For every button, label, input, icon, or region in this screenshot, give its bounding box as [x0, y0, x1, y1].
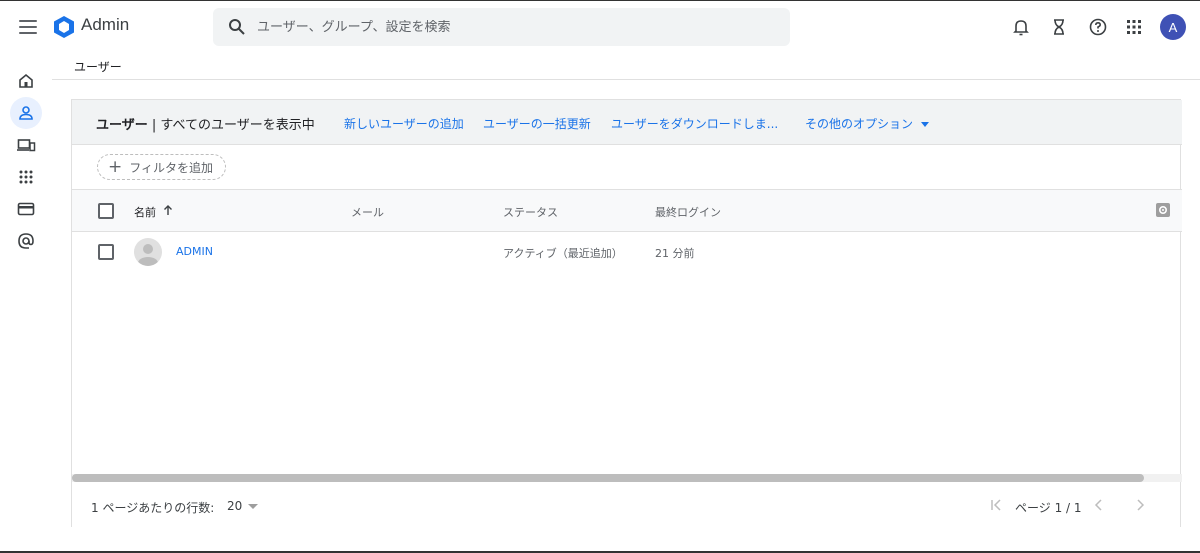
table-footer: 1 ページあたりの行数: 20 ページ 1 / 1: [72, 482, 1182, 528]
row-checkbox[interactable]: [98, 244, 114, 260]
page-indicator: ページ 1 / 1: [1015, 501, 1082, 515]
sort-ascending-icon[interactable]: [162, 204, 174, 216]
devices-icon[interactable]: [16, 135, 36, 155]
column-header-status[interactable]: ステータス: [503, 204, 558, 220]
hourglass-icon[interactable]: [1049, 17, 1069, 37]
at-sign-icon[interactable]: [16, 231, 36, 251]
column-header-last-login[interactable]: 最終ログイン: [655, 204, 721, 220]
help-icon[interactable]: [1088, 17, 1108, 37]
user-name-link[interactable]: ADMIN: [176, 245, 213, 258]
select-all-checkbox[interactable]: [98, 203, 114, 219]
apps-icon[interactable]: [16, 167, 36, 187]
add-filter-button[interactable]: + フィルタを追加: [97, 154, 227, 180]
add-user-link[interactable]: 新しいユーザーの追加: [344, 115, 464, 132]
admin-logo-icon: [54, 16, 74, 38]
first-page-icon[interactable]: [988, 496, 1006, 514]
download-users-link[interactable]: ユーザーをダウンロードしま...: [611, 115, 778, 132]
plus-icon: +: [108, 156, 123, 177]
filter-row: + フィルタを追加: [72, 145, 1182, 190]
scrollbar-thumb[interactable]: [72, 474, 1144, 482]
user-status: アクティブ（最近追加）: [503, 247, 623, 260]
previous-page-icon[interactable]: [1090, 496, 1108, 514]
column-settings-icon[interactable]: [1154, 201, 1172, 219]
bulk-update-link[interactable]: ユーザーの一括更新: [483, 115, 591, 132]
card-header: ユーザー | すべてのユーザーを表示中 新しいユーザーの追加 ユーザーの一括更新…: [72, 100, 1182, 145]
table-header: 名前 メール ステータス 最終ログイン: [72, 190, 1182, 232]
home-icon[interactable]: [16, 71, 36, 91]
user-avatar: [134, 238, 162, 266]
apps-grid-icon[interactable]: [1124, 17, 1144, 37]
user-icon[interactable]: [16, 103, 36, 123]
table-row[interactable]: ADMIN アクティブ（最近追加） 21 分前: [72, 232, 1182, 272]
search-bar[interactable]: [213, 8, 790, 46]
menu-icon[interactable]: [18, 17, 38, 37]
search-input[interactable]: [257, 19, 757, 35]
rows-per-page-value: 20: [227, 499, 243, 513]
billing-icon[interactable]: [16, 199, 36, 219]
breadcrumb-divider: [52, 79, 1200, 80]
horizontal-scrollbar[interactable]: [72, 474, 1182, 482]
person-icon: [138, 244, 158, 266]
column-header-email[interactable]: メール: [351, 204, 384, 220]
next-page-icon[interactable]: [1131, 496, 1149, 514]
search-icon: [229, 19, 245, 35]
chevron-down-icon: [921, 122, 930, 127]
breadcrumb: ユーザー: [74, 60, 122, 74]
user-last-login: 21 分前: [655, 247, 695, 260]
top-bar: Admin A: [0, 1, 1200, 53]
rows-per-page-label: 1 ページあたりの行数:: [91, 501, 215, 515]
chevron-down-icon: [248, 503, 259, 509]
card-title: ユーザー | すべてのユーザーを表示中: [96, 118, 315, 133]
more-options-dropdown[interactable]: その他のオプション: [805, 115, 930, 132]
bell-icon[interactable]: [1011, 17, 1031, 37]
users-card: ユーザー | すべてのユーザーを表示中 新しいユーザーの追加 ユーザーの一括更新…: [71, 99, 1182, 528]
rows-per-page-select[interactable]: 20: [227, 499, 259, 513]
column-header-name[interactable]: 名前: [134, 204, 156, 220]
account-avatar[interactable]: A: [1160, 14, 1186, 40]
add-filter-label: フィルタを追加: [129, 160, 214, 175]
app-title: Admin: [81, 15, 130, 34]
